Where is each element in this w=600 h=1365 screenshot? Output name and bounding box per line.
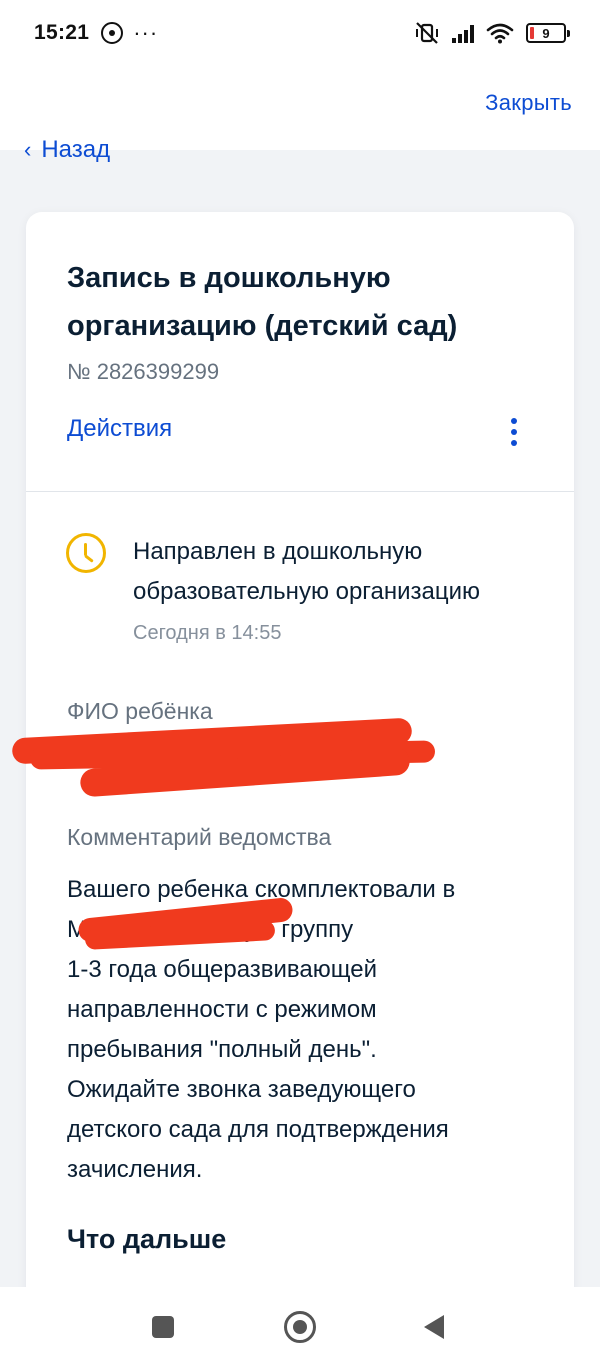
divider (26, 491, 574, 492)
home-button[interactable] (284, 1311, 316, 1343)
child-name-label: ФИО ребёнка (67, 698, 213, 724)
comment-label: Комментарий ведомства (67, 824, 332, 850)
recent-apps-button[interactable] (152, 1316, 174, 1338)
battery-icon: 9 (526, 23, 570, 43)
back-button[interactable]: ‹ Назад (24, 136, 110, 164)
comment-line: направленности с режимом (67, 996, 377, 1023)
comment-line: детского сада для подтверждения (67, 1116, 449, 1143)
comment-line: 1-3 года общеразвивающей (67, 956, 377, 983)
order-number: № 2826399299 (67, 359, 220, 384)
more-vertical-icon[interactable] (506, 416, 522, 448)
status-timestamp: Сегодня в 14:55 (133, 622, 282, 644)
comment-line: Ожидайте звонка заведующего (67, 1076, 416, 1103)
more-notifications-icon: ··· (133, 20, 159, 45)
wifi-icon (486, 23, 514, 44)
status-text: Направлен в дошкольную образовательную о… (133, 538, 481, 605)
battery-level: 9 (542, 25, 550, 41)
clock: 15:21 (34, 21, 90, 44)
close-button[interactable]: Закрыть (485, 90, 572, 116)
clock-icon (66, 533, 106, 573)
signal-icon (452, 23, 474, 43)
whatsapp-icon (101, 22, 124, 44)
system-navigation-bar (0, 1287, 600, 1365)
status-icons: 9 (414, 21, 570, 45)
page-title: Запись в дошкольную организацию (детский… (67, 262, 458, 342)
chevron-left-icon: ‹ (24, 137, 32, 162)
comment-line: пребывания "полный день". (67, 1036, 377, 1063)
back-label: Назад (41, 136, 111, 163)
system-back-button[interactable] (424, 1315, 444, 1339)
vibrate-mute-icon (416, 22, 438, 44)
actions-link[interactable]: Действия (67, 415, 172, 443)
system-status-bar: 15:21 ··· 9 (0, 0, 600, 66)
comment-line: зачисления. (67, 1156, 203, 1183)
next-steps-title: Что дальше (67, 1224, 227, 1254)
comment-line: Вашего ребенка скомплектовали в (67, 876, 456, 903)
